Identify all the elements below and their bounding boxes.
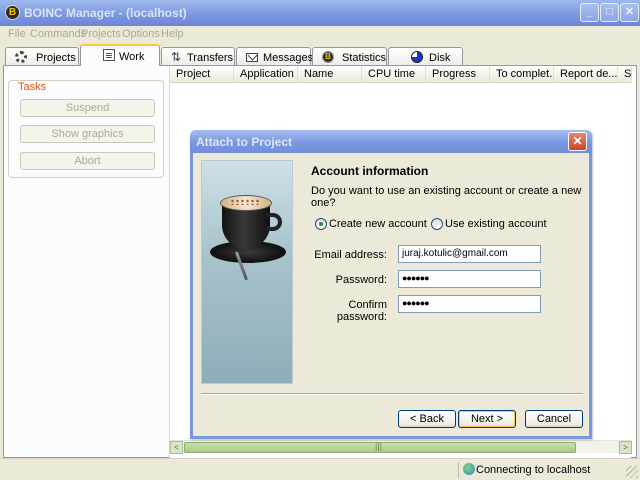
account-question-text: Do you want to use an existing account o… [311,185,582,209]
tab-transfers[interactable]: ⇅ Transfers [161,47,235,66]
globe-icon [463,463,475,475]
dialog-title-bar[interactable]: Attach to Project ✕ [190,130,592,153]
tab-messages-label: Messages [263,52,314,64]
tab-statistics[interactable]: B Statistics [312,47,387,66]
email-field[interactable]: juraj.kotulic@gmail.com [398,245,541,263]
tab-disk[interactable]: Disk [388,47,463,66]
status-text: Connecting to localhost [476,464,591,476]
wizard-side-image [201,160,293,384]
suspend-button[interactable]: Suspend [20,99,155,117]
account-info-heading: Account information [311,164,429,178]
radio-create-label: Create new account [329,218,427,230]
tab-statistics-label: Statistics [342,52,387,64]
confirm-password-label: Confirm password: [336,299,387,323]
dialog-title: Attach to Project [196,135,293,149]
coffee-cup-illustration [210,193,286,281]
menu-projects[interactable]: Projects [81,28,121,40]
radio-existing-label: Use existing account [445,218,547,230]
tab-disk-label: Disk [429,52,451,64]
column-name[interactable]: Name [298,66,362,83]
tasks-legend: Tasks [16,81,49,93]
menu-bar: File Commands Projects Options Help [0,26,640,44]
column-state[interactable]: St [618,66,632,83]
tab-projects-label: Projects [36,52,76,64]
pie-disk-icon [411,51,423,63]
menu-help[interactable]: Help [161,28,184,40]
scroll-right-button[interactable]: > [619,441,632,454]
close-button[interactable]: ✕ [620,3,639,22]
back-button[interactable]: < Back [398,410,456,428]
tab-transfers-label: Transfers [187,52,234,64]
menu-options[interactable]: Options [122,28,160,40]
dialog-divider [201,393,583,395]
tab-messages[interactable]: Messages [236,47,314,66]
attach-project-dialog: Attach to Project ✕ Account information … [190,130,592,439]
tab-work-label: Work [119,51,145,63]
scroll-thumb[interactable]: ||| [184,441,576,453]
password-label: Password: [335,274,387,286]
cancel-button[interactable]: Cancel [525,410,583,428]
window-title: BOINC Manager - (localhost) [24,6,187,20]
scroll-left-button[interactable]: < [170,441,183,454]
document-icon [103,49,115,61]
transfers-icon: ⇅ [171,50,182,64]
abort-button[interactable]: Abort [20,152,155,170]
resize-grip[interactable] [626,466,638,478]
column-progress[interactable]: Progress [426,66,490,83]
tab-strip: Projects Work ⇅ Transfers Messages B Sta… [0,44,640,66]
minimize-button[interactable]: _ [580,3,599,22]
email-label: Email address: [314,249,387,261]
boinc-icon: B [5,5,20,20]
scroll-thumb-grip: ||| [375,441,383,451]
column-cpu-time[interactable]: CPU time [362,66,426,83]
maximize-button[interactable]: □ [600,3,619,22]
cup-handle-shape [266,213,282,231]
column-project[interactable]: Project [170,66,234,83]
status-separator [458,462,459,478]
confirm-password-field[interactable]: ●●●●●● [398,295,541,313]
column-application[interactable]: Application [234,66,298,83]
next-button[interactable]: Next > [458,410,516,428]
dialog-close-button[interactable]: ✕ [568,132,587,151]
main-title-bar[interactable]: B BOINC Manager - (localhost) _ □ ✕ [0,0,640,26]
boinc-statistics-icon: B [322,51,334,63]
menu-file[interactable]: File [8,28,26,40]
column-report-deadline[interactable]: Report de... [554,66,618,83]
tab-projects[interactable]: Projects [5,47,79,66]
horizontal-scrollbar[interactable]: < ||| > [170,440,632,454]
tab-work[interactable]: Work [80,44,160,66]
foam-sprinkles-shape [230,199,260,205]
radio-existing-indicator[interactable] [431,218,443,230]
menu-commands[interactable]: Commands [30,28,86,40]
radio-create-indicator[interactable] [315,218,327,230]
password-field[interactable]: ●●●●●● [398,270,541,288]
status-bar: Connecting to localhost [0,458,640,480]
gear-icon [15,51,27,63]
work-list-header: Project Application Name CPU time Progre… [170,66,632,83]
envelope-icon [246,53,258,62]
show-graphics-button[interactable]: Show graphics [20,125,155,143]
column-to-completion[interactable]: To complet... [490,66,554,83]
